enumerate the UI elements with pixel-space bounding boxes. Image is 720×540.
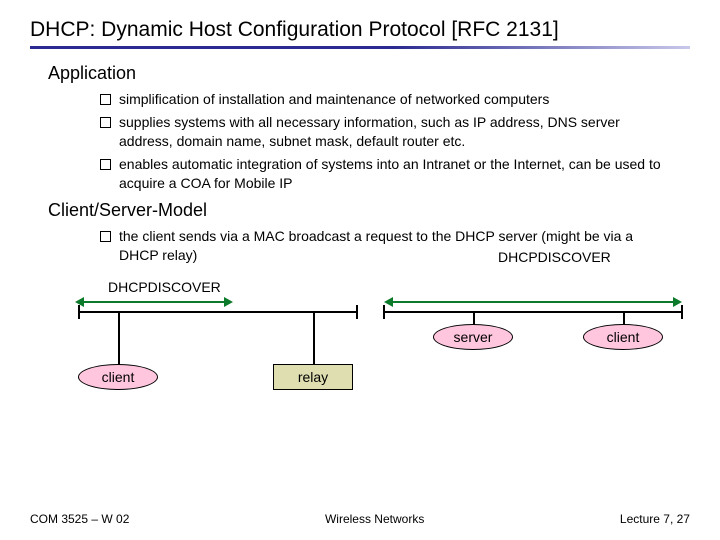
application-list: simplification of installation and maint…	[100, 90, 672, 192]
section-application: Application	[48, 63, 690, 84]
list-item: simplification of installation and maint…	[100, 90, 672, 109]
diagram: DHCPDISCOVER DHCPDISCOVER server client …	[78, 269, 672, 394]
bullet-icon	[100, 94, 111, 105]
bullet-icon	[100, 117, 111, 128]
bus-drop	[118, 311, 120, 366]
bullet-icon	[100, 231, 111, 242]
footer-left: COM 3525 – W 02	[30, 512, 129, 526]
title-rule	[30, 46, 690, 49]
footer: COM 3525 – W 02 Wireless Networks Lectur…	[30, 512, 690, 526]
discover-right-label: DHCPDISCOVER	[498, 249, 611, 265]
arrow-head-icon	[224, 297, 233, 307]
section-clientserver: Client/Server-Model	[48, 200, 690, 221]
bullet-text: supplies systems with all necessary info…	[119, 113, 672, 151]
server-node: server	[433, 324, 513, 350]
discover-left-label: DHCPDISCOVER	[108, 279, 221, 295]
list-item: enables automatic integration of systems…	[100, 155, 672, 193]
bus-tick	[383, 305, 385, 319]
bullet-text: simplification of installation and maint…	[119, 90, 672, 109]
bullet-icon	[100, 159, 111, 170]
arrow-right-seg	[393, 301, 673, 303]
client-left-node: client	[78, 364, 158, 390]
bus-drop	[313, 311, 315, 366]
list-item: supplies systems with all necessary info…	[100, 113, 672, 151]
client-right-node: client	[583, 324, 663, 350]
bus-tick	[78, 305, 80, 319]
arrow-head-icon	[673, 297, 682, 307]
page-title: DHCP: Dynamic Host Configuration Protoco…	[30, 18, 690, 42]
bullet-text: enables automatic integration of systems…	[119, 155, 672, 193]
relay-node: relay	[273, 364, 353, 390]
bus-tick	[681, 305, 683, 319]
arrow-head-icon	[75, 297, 84, 307]
arrow-head-icon	[384, 297, 393, 307]
bus-tick	[356, 305, 358, 319]
arrow-left-seg	[84, 301, 224, 303]
bus-left	[78, 311, 358, 313]
footer-right: Lecture 7, 27	[620, 512, 690, 526]
bus-right	[383, 311, 683, 313]
footer-center: Wireless Networks	[325, 512, 424, 526]
